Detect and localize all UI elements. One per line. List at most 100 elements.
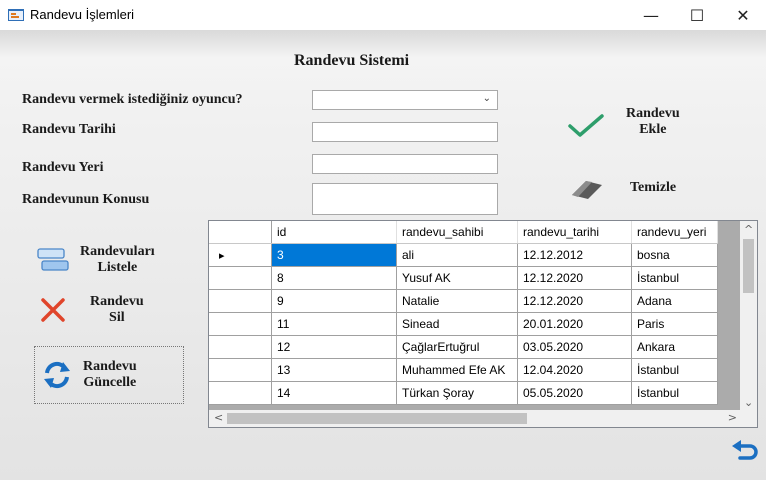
- x-icon: [41, 298, 65, 322]
- window-title: Randevu İşlemleri: [30, 7, 135, 22]
- row-header[interactable]: [209, 335, 272, 359]
- table-row[interactable]: 13 Muhammed Efe AK 12.04.2020 İstanbul: [209, 358, 718, 382]
- row-header-current[interactable]: ▸: [209, 243, 272, 267]
- column-header-place[interactable]: randevu_yeri: [631, 221, 718, 244]
- cell-date[interactable]: 12.12.2012: [517, 243, 632, 267]
- table-row[interactable]: ▸ 3 ali 12.12.2012 bosna: [209, 243, 718, 267]
- cell-id[interactable]: 14: [271, 381, 397, 405]
- back-arrow-icon[interactable]: [730, 440, 760, 464]
- list-icon: [37, 248, 69, 271]
- refresh-icon: [44, 361, 70, 389]
- delete-label-line2: Sil: [109, 310, 125, 325]
- column-header-owner[interactable]: randevu_sahibi: [396, 221, 518, 244]
- cell-date[interactable]: 03.05.2020: [517, 335, 632, 359]
- column-header-date[interactable]: randevu_tarihi: [517, 221, 632, 244]
- form-heading: Randevu Sistemi: [294, 52, 410, 69]
- cell-id[interactable]: 13: [271, 358, 397, 382]
- cell-date[interactable]: 12.04.2020: [517, 358, 632, 382]
- row-header-corner: [209, 221, 272, 244]
- cell-owner[interactable]: ali: [396, 243, 518, 267]
- grid-header-row: id randevu_sahibi randevu_tarihi randevu…: [209, 221, 718, 244]
- cell-owner[interactable]: Sinead: [396, 312, 518, 336]
- clear-button[interactable]: Temizle: [566, 173, 676, 203]
- table-row[interactable]: 9 Natalie 12.12.2020 Adana: [209, 289, 718, 313]
- table-row[interactable]: 8 Yusuf AK 12.12.2020 İstanbul: [209, 266, 718, 290]
- cell-place[interactable]: Ankara: [631, 335, 718, 359]
- eraser-icon: [572, 181, 602, 199]
- cell-owner[interactable]: Muhammed Efe AK: [396, 358, 518, 382]
- scroll-down-icon[interactable]: ⌄: [744, 396, 753, 409]
- row-header[interactable]: [209, 381, 272, 405]
- cell-place[interactable]: İstanbul: [631, 381, 718, 405]
- cell-place[interactable]: Paris: [631, 312, 718, 336]
- scroll-right-icon[interactable]: >: [728, 411, 737, 424]
- cell-id[interactable]: 11: [271, 312, 397, 336]
- cell-place[interactable]: İstanbul: [631, 358, 718, 382]
- vertical-scroll-thumb[interactable]: [743, 239, 754, 293]
- horizontal-scrollbar[interactable]: < >: [209, 410, 757, 427]
- add-label-line1: Randevu: [626, 106, 680, 121]
- row-header[interactable]: [209, 266, 272, 290]
- cell-id[interactable]: 8: [271, 266, 397, 290]
- add-appointment-label: Randevu Ekle: [626, 106, 680, 138]
- update-appointment-button[interactable]: Randevu Güncelle: [34, 346, 184, 404]
- close-button[interactable]: ✕: [720, 0, 766, 30]
- cell-owner[interactable]: Yusuf AK: [396, 266, 518, 290]
- update-label-line2: Güncelle: [83, 375, 137, 390]
- scroll-left-icon[interactable]: <: [214, 411, 223, 424]
- cell-place[interactable]: bosna: [631, 243, 718, 267]
- title-bar: Randevu İşlemleri — ☐ ✕: [0, 0, 766, 30]
- delete-appointment-button[interactable]: Randevu Sil: [38, 294, 144, 326]
- app-form-icon: [8, 9, 24, 21]
- list-appointments-button[interactable]: Randevuları Listele: [36, 244, 155, 276]
- cell-place[interactable]: İstanbul: [631, 266, 718, 290]
- delete-appointment-label: Randevu Sil: [90, 294, 144, 326]
- chevron-down-icon[interactable]: ⌄: [483, 93, 491, 104]
- row-header[interactable]: [209, 289, 272, 313]
- clear-label: Temizle: [630, 180, 677, 195]
- minimize-button[interactable]: —: [628, 0, 674, 30]
- cell-owner[interactable]: Türkan Şoray: [396, 381, 518, 405]
- cell-place[interactable]: Adana: [631, 289, 718, 313]
- list-appointments-label: Randevuları Listele: [80, 244, 155, 276]
- date-input[interactable]: [312, 122, 498, 142]
- update-label-line1: Randevu: [83, 359, 137, 374]
- cell-owner[interactable]: Natalie: [396, 289, 518, 313]
- current-row-marker-icon: ▸: [219, 250, 225, 262]
- add-label-line2: Ekle: [639, 122, 667, 137]
- form-client-area: Randevu Sistemi Randevu vermek istediğin…: [0, 30, 766, 480]
- column-header-id[interactable]: id: [271, 221, 397, 244]
- list-label-line1: Randevuları: [80, 244, 155, 259]
- player-combobox[interactable]: ⌄: [312, 90, 498, 110]
- appointments-table: id randevu_sahibi randevu_tarihi randevu…: [209, 221, 718, 405]
- delete-label-line1: Randevu: [90, 294, 144, 309]
- maximize-button[interactable]: ☐: [674, 0, 720, 30]
- date-label: Randevu Tarihi: [22, 122, 116, 137]
- vertical-scrollbar[interactable]: ^ ⌄: [740, 221, 757, 411]
- cell-id[interactable]: 3: [271, 243, 397, 267]
- cell-owner[interactable]: ÇağlarErtuğrul: [396, 335, 518, 359]
- subject-input[interactable]: [312, 183, 498, 215]
- scroll-up-icon[interactable]: ^: [744, 223, 753, 236]
- cell-date[interactable]: 20.01.2020: [517, 312, 632, 336]
- player-label: Randevu vermek istediğiniz oyuncu?: [22, 92, 243, 107]
- place-input[interactable]: [312, 154, 498, 174]
- add-appointment-button[interactable]: Randevu Ekle: [566, 106, 680, 140]
- horizontal-scroll-thumb[interactable]: [227, 413, 527, 424]
- table-row[interactable]: 12 ÇağlarErtuğrul 03.05.2020 Ankara: [209, 335, 718, 359]
- row-header[interactable]: [209, 358, 272, 382]
- place-label: Randevu Yeri: [22, 160, 104, 175]
- row-header[interactable]: [209, 312, 272, 336]
- cell-date[interactable]: 05.05.2020: [517, 381, 632, 405]
- list-label-line2: Listele: [97, 260, 138, 275]
- table-row[interactable]: 14 Türkan Şoray 05.05.2020 İstanbul: [209, 381, 718, 405]
- cell-date[interactable]: 12.12.2020: [517, 289, 632, 313]
- appointments-grid[interactable]: id randevu_sahibi randevu_tarihi randevu…: [208, 220, 758, 428]
- cell-id[interactable]: 12: [271, 335, 397, 359]
- update-appointment-label: Randevu Güncelle: [83, 359, 137, 391]
- cell-id[interactable]: 9: [271, 289, 397, 313]
- subject-label: Randevunun Konusu: [22, 192, 150, 207]
- cell-date[interactable]: 12.12.2020: [517, 266, 632, 290]
- table-row[interactable]: 11 Sinead 20.01.2020 Paris: [209, 312, 718, 336]
- checkmark-icon: [568, 114, 604, 137]
